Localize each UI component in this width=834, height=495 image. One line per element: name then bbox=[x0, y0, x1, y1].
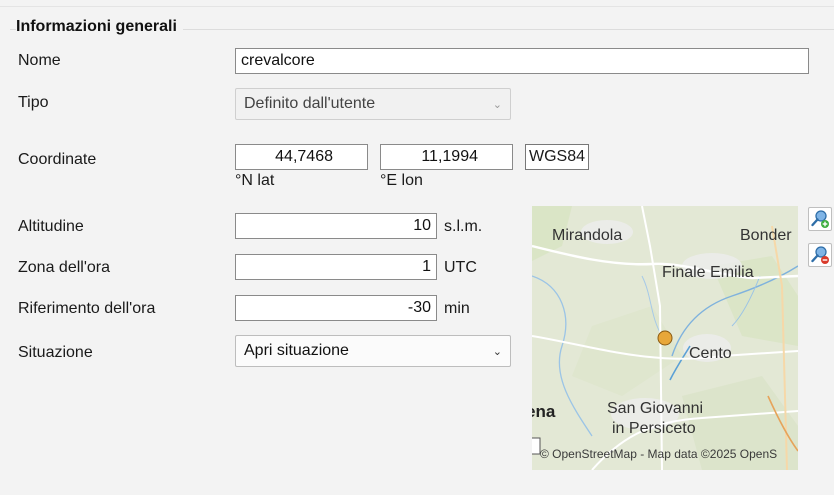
lat-unit: °N lat bbox=[235, 172, 275, 189]
zona-label: Zona dell'ora bbox=[18, 259, 110, 276]
zoom-in-icon bbox=[811, 210, 829, 228]
map-view[interactable]: Mirandola Bonder Finale Emilia Cento San… bbox=[532, 206, 798, 470]
zoom-out-icon bbox=[811, 246, 829, 264]
situazione-label: Situazione bbox=[18, 344, 93, 361]
map-label-bonder: Bonder bbox=[740, 227, 792, 244]
zona-input[interactable] bbox=[235, 254, 437, 280]
map-label-mirandola: Mirandola bbox=[552, 227, 623, 244]
altitudine-label: Altitudine bbox=[18, 218, 84, 235]
section-title: Informazioni generali bbox=[16, 18, 183, 36]
situazione-value: Apri situazione bbox=[244, 342, 349, 359]
map-label-san-giovanni: San Giovanni bbox=[607, 400, 704, 417]
riferimento-unit: min bbox=[444, 300, 470, 317]
chevron-down-icon: ⌄ bbox=[492, 98, 502, 111]
lat-input[interactable] bbox=[235, 144, 368, 170]
situazione-select[interactable]: Apri situazione ⌄ bbox=[235, 335, 511, 367]
tipo-value: Definito dall'utente bbox=[244, 95, 376, 112]
zoom-out-button[interactable] bbox=[808, 243, 832, 267]
chevron-down-icon: ⌄ bbox=[492, 345, 502, 358]
datum-box[interactable]: WGS84 bbox=[525, 144, 590, 170]
riferimento-label: Riferimento dell'ora bbox=[18, 300, 156, 317]
riferimento-input[interactable] bbox=[235, 295, 437, 321]
map-label-finale-emilia: Finale Emilia bbox=[662, 264, 754, 281]
nome-label: Nome bbox=[18, 52, 61, 69]
map-label-cento: Cento bbox=[689, 345, 732, 362]
map-attribution[interactable]: © OpenStreetMap - Map data ©2025 OpenS bbox=[540, 447, 777, 461]
coordinate-label: Coordinate bbox=[18, 151, 97, 168]
tipo-label: Tipo bbox=[18, 94, 49, 111]
zoom-in-button[interactable] bbox=[808, 207, 832, 231]
tipo-select[interactable]: Definito dall'utente ⌄ bbox=[235, 88, 511, 120]
lon-input[interactable] bbox=[380, 144, 513, 170]
top-divider bbox=[0, 6, 834, 7]
altitudine-unit: s.l.m. bbox=[444, 218, 483, 235]
lon-unit: °E lon bbox=[380, 172, 423, 189]
map-label-persiceto: in Persiceto bbox=[612, 420, 696, 437]
map-label-ena: ena bbox=[532, 402, 556, 421]
altitudine-input[interactable] bbox=[235, 213, 437, 239]
nome-input[interactable] bbox=[235, 48, 809, 74]
zona-unit: UTC bbox=[444, 259, 477, 276]
